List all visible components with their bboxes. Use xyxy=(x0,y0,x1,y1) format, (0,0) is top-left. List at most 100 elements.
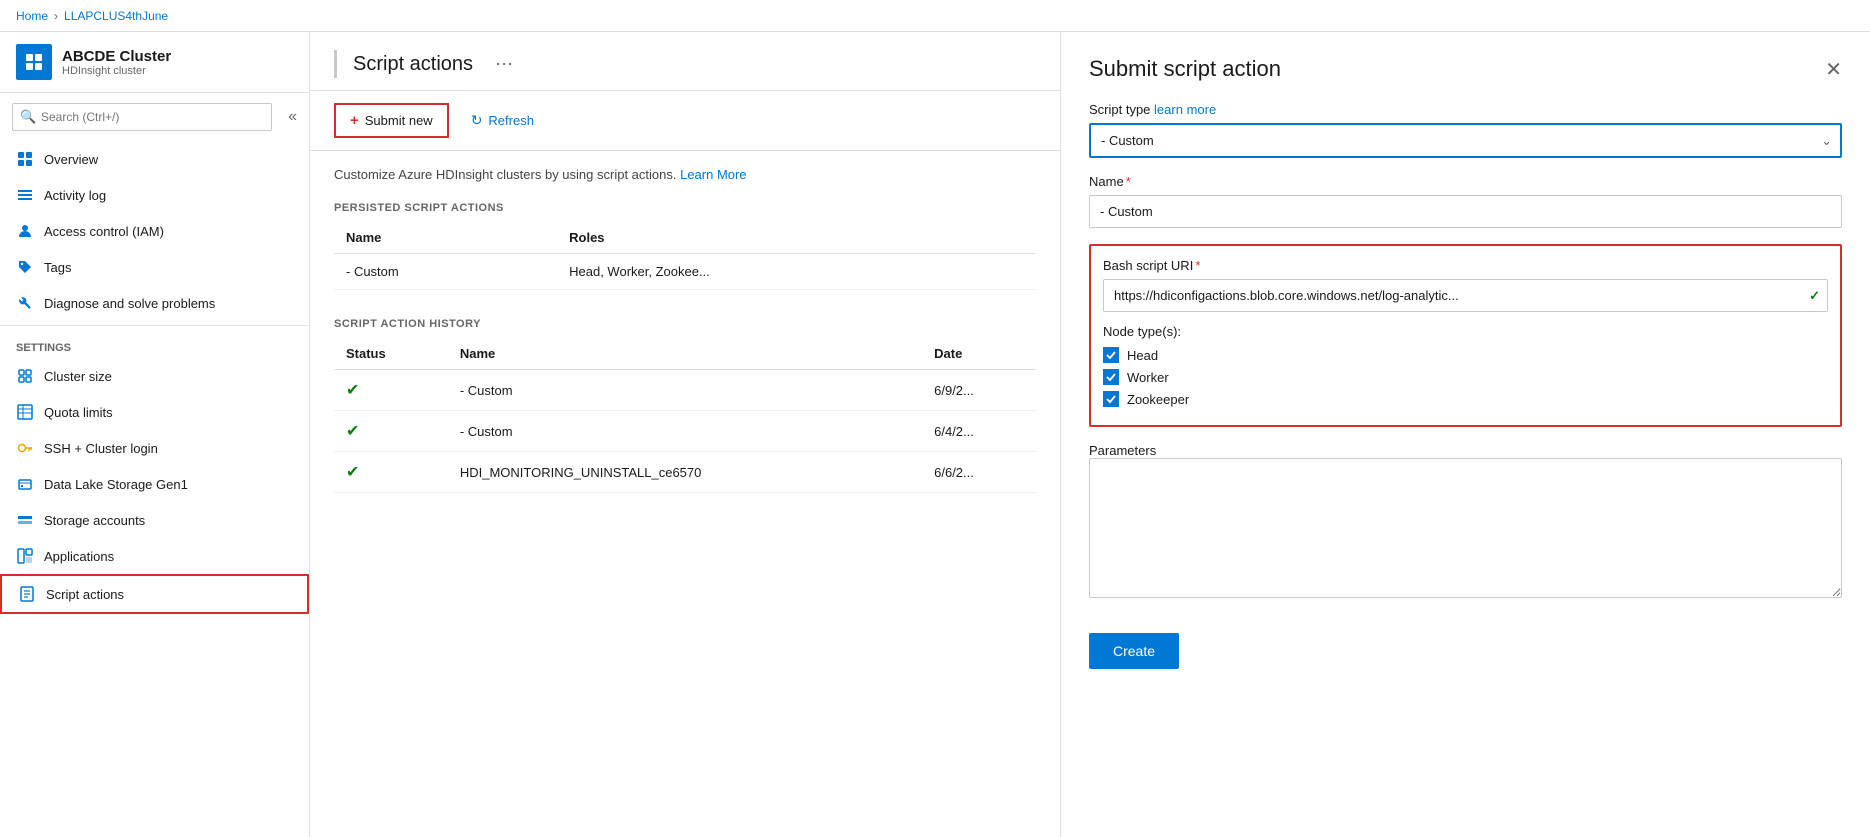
content-header: Script actions ⋯ xyxy=(310,32,1060,91)
settings-section-label: Settings xyxy=(0,330,309,358)
col-name: Name xyxy=(334,222,557,254)
head-checkbox[interactable] xyxy=(1103,347,1119,363)
bash-uri-group: Bash script URI* ✓ xyxy=(1103,258,1828,312)
sidebar-item-label: Data Lake Storage Gen1 xyxy=(44,477,188,492)
right-panel: Submit script action ✕ Script type learn… xyxy=(1060,32,1870,837)
success-icon: ✔ xyxy=(346,382,359,399)
sidebar-item-label: Script actions xyxy=(46,587,124,602)
learn-more-panel-link[interactable]: learn more xyxy=(1154,102,1216,117)
sidebar-item-quota-limits[interactable]: Quota limits xyxy=(0,394,309,430)
table-row: ✔ - Custom 6/9/2... xyxy=(334,370,1036,411)
content-area: Script actions ⋯ + Submit new ↻ Refresh … xyxy=(310,32,1060,837)
validation-box: Bash script URI* ✓ Node type(s): Head xyxy=(1089,244,1842,427)
cell-name: HDI_MONITORING_UNINSTALL_ce6570 xyxy=(448,452,922,493)
resize-icon xyxy=(16,367,34,385)
name-input[interactable] xyxy=(1089,195,1842,228)
col-date: Date xyxy=(922,338,1036,370)
sidebar-item-cluster-size[interactable]: Cluster size xyxy=(0,358,309,394)
list-icon xyxy=(16,186,34,204)
refresh-label: Refresh xyxy=(488,113,534,128)
table-row: - Custom Head, Worker, Zookee... xyxy=(334,254,1036,290)
sidebar-item-applications[interactable]: Applications xyxy=(0,538,309,574)
search-input[interactable] xyxy=(12,103,272,131)
create-button[interactable]: Create xyxy=(1089,633,1179,669)
sidebar-item-overview[interactable]: Overview xyxy=(0,141,309,177)
sidebar-item-label: Overview xyxy=(44,152,98,167)
sidebar-item-label: Applications xyxy=(44,549,114,564)
sidebar-item-label: Quota limits xyxy=(44,405,113,420)
refresh-icon: ↻ xyxy=(471,112,483,129)
worker-label: Worker xyxy=(1127,370,1169,385)
script-icon xyxy=(18,585,36,603)
history-label: SCRIPT ACTION HISTORY xyxy=(334,318,1036,330)
person-icon xyxy=(16,222,34,240)
sidebar-item-activity-log[interactable]: Activity log xyxy=(0,177,309,213)
persisted-section: PERSISTED SCRIPT ACTIONS Name Roles - Cu… xyxy=(334,202,1036,290)
check-icon: ✓ xyxy=(1809,288,1820,304)
cell-name: - Custom xyxy=(448,411,922,452)
sidebar-item-access-control[interactable]: Access control (IAM) xyxy=(0,213,309,249)
table-icon xyxy=(16,403,34,421)
sidebar-item-ssh-login[interactable]: SSH + Cluster login xyxy=(0,430,309,466)
sidebar-item-data-lake[interactable]: Data Lake Storage Gen1 xyxy=(0,466,309,502)
sidebar-item-script-actions[interactable]: Script actions xyxy=(0,574,309,614)
script-type-label: Script type learn more xyxy=(1089,102,1842,117)
sidebar-item-storage-accounts[interactable]: Storage accounts xyxy=(0,502,309,538)
zookeeper-checkbox[interactable] xyxy=(1103,391,1119,407)
refresh-button[interactable]: ↻ Refresh xyxy=(457,105,548,136)
sidebar-item-label: Diagnose and solve problems xyxy=(44,296,215,311)
head-label: Head xyxy=(1127,348,1158,363)
node-types-group: Node type(s): Head Worker xyxy=(1103,324,1828,407)
success-icon: ✔ xyxy=(346,464,359,481)
parameters-group: Parameters xyxy=(1089,443,1842,601)
zookeeper-label: Zookeeper xyxy=(1127,392,1189,407)
col-name: Name xyxy=(448,338,922,370)
close-button[interactable]: ✕ xyxy=(1825,57,1842,82)
wrench-icon xyxy=(16,294,34,312)
cell-date: 6/9/2... xyxy=(922,370,1036,411)
col-roles: Roles xyxy=(557,222,1036,254)
plus-icon: + xyxy=(350,112,359,129)
sidebar-item-label: Storage accounts xyxy=(44,513,145,528)
persisted-label: PERSISTED SCRIPT ACTIONS xyxy=(334,202,1036,214)
sidebar: ABCDE Cluster HDInsight cluster 🔍 « Over… xyxy=(0,32,310,837)
bash-uri-input[interactable] xyxy=(1103,279,1828,312)
script-type-select[interactable]: - Custom Bash PowerShell xyxy=(1089,123,1842,158)
sidebar-item-label: SSH + Cluster login xyxy=(44,441,158,456)
parameters-input[interactable] xyxy=(1089,458,1842,598)
cell-date: 6/4/2... xyxy=(922,411,1036,452)
search-icon: 🔍 xyxy=(20,109,36,125)
app-icon xyxy=(16,547,34,565)
collapse-button[interactable]: « xyxy=(284,104,301,130)
breadcrumb-cluster[interactable]: LLAPCLUS4thJune xyxy=(64,9,168,23)
breadcrumb-home[interactable]: Home xyxy=(16,9,48,23)
bash-uri-label: Bash script URI* xyxy=(1103,258,1828,273)
cell-name: - Custom xyxy=(334,254,557,290)
table-row: ✔ HDI_MONITORING_UNINSTALL_ce6570 6/6/2.… xyxy=(334,452,1036,493)
storage2-icon xyxy=(16,511,34,529)
storage-icon xyxy=(16,475,34,493)
name-label: Name* xyxy=(1089,174,1842,189)
head-checkbox-row: Head xyxy=(1103,347,1828,363)
content-body: Customize Azure HDInsight clusters by us… xyxy=(310,151,1060,837)
grid-icon xyxy=(16,150,34,168)
parameters-label: Parameters xyxy=(1089,443,1156,458)
node-types-label: Node type(s): xyxy=(1103,324,1828,339)
submit-new-button[interactable]: + Submit new xyxy=(334,103,449,138)
learn-more-link[interactable]: Learn More xyxy=(680,167,746,182)
sidebar-item-tags[interactable]: Tags xyxy=(0,249,309,285)
zookeeper-checkbox-row: Zookeeper xyxy=(1103,391,1828,407)
worker-checkbox-row: Worker xyxy=(1103,369,1828,385)
more-options-button[interactable]: ⋯ xyxy=(489,52,519,77)
history-section: SCRIPT ACTION HISTORY Status Name Date ✔… xyxy=(334,318,1036,493)
success-icon: ✔ xyxy=(346,423,359,440)
submit-new-label: Submit new xyxy=(365,113,433,128)
cluster-icon xyxy=(16,44,52,80)
sidebar-item-diagnose[interactable]: Diagnose and solve problems xyxy=(0,285,309,321)
panel-header: Submit script action ✕ xyxy=(1089,56,1842,82)
description-text: Customize Azure HDInsight clusters by us… xyxy=(334,167,1036,182)
worker-checkbox[interactable] xyxy=(1103,369,1119,385)
cluster-type: HDInsight cluster xyxy=(62,65,171,77)
cell-status: ✔ xyxy=(334,452,448,493)
cell-status: ✔ xyxy=(334,411,448,452)
